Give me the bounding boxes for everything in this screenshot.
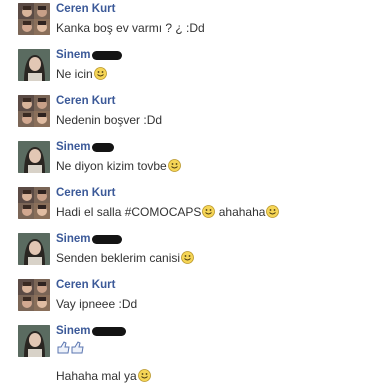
message-text: Hahaha mal ya [56,369,151,383]
smiley-icon [266,205,280,218]
sender-name[interactable]: Sinem [56,49,122,61]
sender-name[interactable]: Ceren Kurt [56,279,115,291]
avatar-sinem[interactable] [18,325,50,357]
avatar-ceren[interactable] [18,95,50,127]
smiley-icon [202,205,216,218]
sender-name[interactable]: Ceren Kurt [56,3,115,15]
message-text: Kanka boş ev varmı ? ¿ :Dd [56,21,205,35]
message-text: Ne icin [56,67,107,81]
message-text: Ne diyon kizim tovbe [56,159,181,173]
avatar-ceren[interactable] [18,3,50,35]
smiley-icon [137,369,151,382]
sender-name[interactable]: Sinem [56,325,126,337]
redaction-mark [91,327,126,336]
redaction-mark [91,235,122,244]
smiley-icon [167,159,181,172]
thumbs-icon [56,341,88,355]
smiley-icon [181,251,194,264]
avatar-sinem[interactable] [18,49,50,81]
avatar-sinem[interactable] [18,141,50,173]
avatar-ceren[interactable] [18,187,50,219]
avatar-ceren[interactable] [18,279,50,311]
smiley-icon [93,67,107,80]
sender-name[interactable]: Sinem [56,141,114,153]
redaction-mark [91,143,114,152]
sender-name[interactable]: Ceren Kurt [56,95,115,107]
message-text: Senden beklerim canisi [56,251,194,265]
message-text: Vay ipneee :Dd [56,297,138,311]
redaction-mark [91,51,122,60]
sender-name[interactable]: Ceren Kurt [56,187,115,199]
sender-name[interactable]: Sinem [56,233,122,245]
message-text: Nedenin boşver :Dd [56,113,163,127]
message-text: Hadi el salla #COMOCAPS ahahaha [56,205,280,219]
avatar-sinem[interactable] [18,233,50,265]
